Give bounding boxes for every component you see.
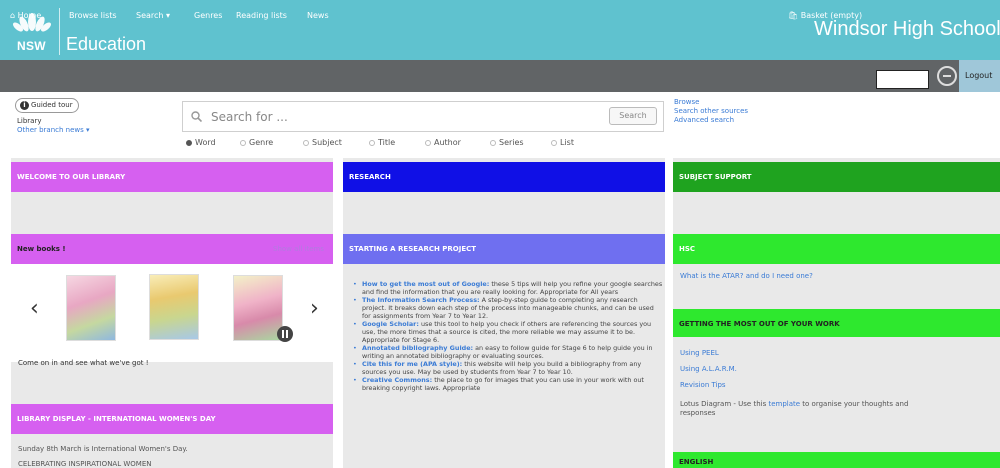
basket-link[interactable]: 🛍 Basket (empty) [788,11,862,20]
nav-news[interactable]: News [307,11,329,20]
pause-icon[interactable] [277,326,293,342]
starting-research-header: STARTING A RESEARCH PROJECT [343,234,665,264]
peel-link[interactable]: Using PEEL [680,349,719,357]
carousel-next-icon[interactable]: › [310,296,319,321]
radio-author[interactable]: Author [425,138,461,147]
annotated-bibliography-link[interactable]: Annotated bibliography Guide: [362,344,473,352]
nav-home[interactable]: ⌂ Home [10,11,41,20]
book-cover[interactable] [233,275,283,341]
alarm-link[interactable]: Using A.L.A.R.M. [680,365,737,373]
english-header: ENGLISH [673,452,1000,468]
search-other-sources-link[interactable]: Search other sources [674,107,748,115]
radio-title[interactable]: Title [369,138,395,147]
radio-genre[interactable]: Genre [240,138,273,147]
branch-news-dropdown[interactable]: Other branch news ▾ [17,126,90,134]
list-item: Annotated bibliography Guide: an easy to… [353,344,663,360]
book-cover[interactable] [66,275,116,341]
radio-word[interactable]: Word [186,138,216,147]
advanced-search-link[interactable]: Advanced search [674,116,734,124]
radio-dot-icon [369,140,375,146]
research-header: RESEARCH [343,162,665,192]
site-header: NSW Education Windsor High School [0,0,1000,60]
guided-tour-button[interactable]: i Guided tour [15,98,79,113]
collapse-icon[interactable] [937,66,957,86]
home-icon: ⌂ [10,11,16,20]
list-item: Cite this for me (APA style): this websi… [353,360,663,376]
list-item: Creative Commons: the place to go for im… [353,376,663,392]
nav-text-input[interactable] [876,70,929,89]
browse-link[interactable]: Browse [674,98,700,106]
radio-subject[interactable]: Subject [303,138,342,147]
getting-most-header: GETTING THE MOST OUT OF YOUR WORK [673,309,1000,337]
search-button[interactable]: Search [609,107,657,125]
google-scholar-link[interactable]: Google Scholar: [362,320,419,328]
education-title: Education [66,34,147,54]
lotus-diagram-text: Lotus Diagram - Use this template to org… [680,400,909,408]
lotus-diagram-text: responses [680,409,716,417]
logo-text: NSW [17,39,46,53]
subject-support-header: SUBJECT SUPPORT [673,162,1000,192]
main-nav [0,60,1000,92]
library-label: Library [17,117,42,125]
logout-label: Logout [965,71,993,80]
radio-dot-icon [490,140,496,146]
cite-this-link[interactable]: Cite this for me (APA style): [362,360,462,368]
radio-dot-icon [425,140,431,146]
nav-genres[interactable]: Genres [194,11,222,20]
creative-commons-link[interactable]: Creative Commons: [362,376,432,384]
research-links-list: How to get the most out of Google: these… [353,280,663,392]
hsc-header: HSC [673,234,1000,264]
google-tips-link[interactable]: How to get the most out of Google: [362,280,489,288]
new-books-caption: Come on in and see what we've got ! [18,359,149,367]
basket-icon: 🛍 [788,11,799,20]
book-cover[interactable] [149,274,199,340]
library-display-header: LIBRARY DISPLAY - INTERNATIONAL WOMEN'S … [11,404,333,434]
list-item: Google Scholar: use this tool to help yo… [353,320,663,344]
carousel-prev-icon[interactable]: ‹ [30,296,39,321]
display-text-line: Sunday 8th March is International Women'… [18,445,188,453]
list-item: The Information Search Process: A step-b… [353,296,663,320]
radio-series[interactable]: Series [490,138,524,147]
atar-link[interactable]: What is the ATAR? and do I need one? [680,272,813,280]
search-icon [191,111,202,122]
revision-tips-link[interactable]: Revision Tips [680,381,726,389]
info-icon: i [20,101,29,110]
welcome-header: WELCOME TO OUR LIBRARY [11,162,333,192]
nav-browse-lists[interactable]: Browse lists [69,11,117,20]
display-text-line: CELEBRATING INSPIRATIONAL WOMEN [18,460,152,468]
search-placeholder: Search for ... [211,110,288,124]
template-link[interactable]: template [768,400,800,408]
radio-dot-icon [240,140,246,146]
show-all-items-link[interactable]: Show all items [273,245,324,253]
school-name: Windsor High School [814,18,1000,40]
radio-dot-icon [551,140,557,146]
radio-dot-icon [303,140,309,146]
info-search-process-link[interactable]: The Information Search Process: [362,296,480,304]
radio-dot-icon [186,140,192,146]
new-books-header: New books ! Show all items [11,234,333,264]
list-item: How to get the most out of Google: these… [353,280,663,296]
nav-search[interactable]: Search ▾ [136,11,170,20]
nav-reading-lists[interactable]: Reading lists [236,11,287,20]
radio-list[interactable]: List [551,138,574,147]
